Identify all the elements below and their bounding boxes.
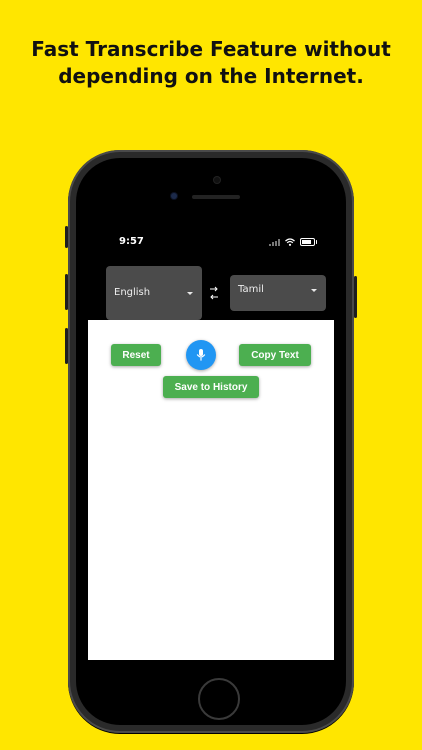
swap-arrows-icon[interactable] [209,284,219,302]
mic-button[interactable] [186,340,216,370]
source-language-dropdown[interactable]: English [106,266,202,320]
phone-side-button-power [354,276,357,318]
signal-icon [269,238,280,246]
home-button[interactable] [198,678,240,720]
reset-button[interactable]: Reset [111,344,161,366]
headline: Fast Transcribe Feature without dependin… [31,37,391,88]
status-icons [269,238,317,246]
phone-screen: 9:57 English Tamil Reset Copy Text Save … [76,158,346,725]
save-to-history-button[interactable]: Save to History [163,376,259,398]
source-language-value: English [114,287,151,298]
transcription-area[interactable]: Reset Copy Text Save to History [88,320,334,660]
chevron-down-icon [187,292,193,295]
front-camera [171,193,177,199]
microphone-icon [196,349,206,361]
status-time: 9:57 [119,236,144,247]
phone-side-button-mute [65,226,68,248]
wifi-icon [285,238,295,246]
phone-frame: 9:57 English Tamil Reset Copy Text Save … [65,150,357,733]
target-language-dropdown[interactable]: Tamil [230,275,326,311]
copy-text-button[interactable]: Copy Text [239,344,311,366]
proximity-sensor [214,177,220,183]
phone-side-button-volume-up [65,274,68,310]
phone-side-button-volume-down [65,328,68,364]
chevron-down-icon [311,289,317,292]
earpiece-speaker [192,195,240,199]
battery-icon [300,238,317,246]
target-language-value: Tamil [238,284,264,295]
